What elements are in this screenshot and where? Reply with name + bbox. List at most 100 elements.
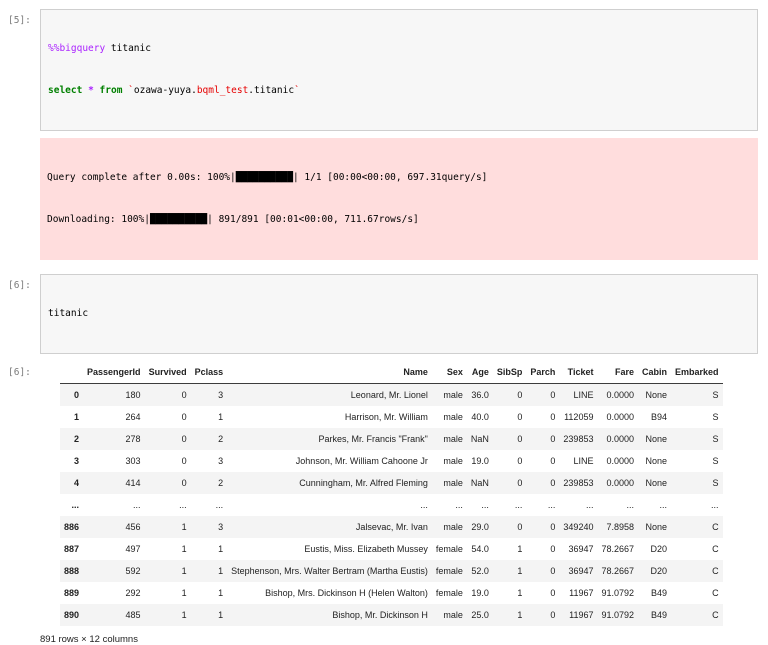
table-cell: B49 [651, 610, 668, 620]
table-cell: 0 [550, 610, 556, 620]
column-header: Sex [431, 361, 467, 384]
table-cell: C [712, 588, 719, 598]
notebook: [5]: %%bigquery titanic select * from `o… [0, 0, 768, 645]
table-row: 4 414 0 2 Cunningham, Mr. Alfred Fleming male… [60, 472, 723, 494]
row-index: 1 [74, 412, 80, 422]
table-row: 887 497 1 1 Eustis, Miss. Elizabeth Mussey fe… [60, 538, 723, 560]
table-cell: 3 [218, 522, 224, 532]
table-cell: 497 [125, 544, 141, 554]
column-header: Pclass [190, 361, 228, 384]
table-cell: 1 [218, 566, 224, 576]
dataframe-output: PassengerId Survived Pclass Name Sex Age SibSp… [40, 361, 758, 645]
table-cell: 1 [517, 610, 523, 620]
table-cell: 91.0792 [601, 588, 635, 598]
table-cell: male [443, 434, 463, 444]
table-cell: Leonard, Mr. Lionel [350, 390, 428, 400]
table-cell: 414 [125, 478, 141, 488]
table-cell: NaN [470, 434, 489, 444]
table-cell: 1 [517, 544, 523, 554]
table-cell: 0 [550, 522, 556, 532]
code-token: .titanic [248, 85, 295, 96]
table-cell: 0.0000 [606, 478, 635, 488]
table-cell: Harrison, Mr. William [344, 412, 428, 422]
table-cell: 3 [218, 390, 224, 400]
column-header: Fare [597, 361, 639, 384]
table-cell: 36947 [568, 544, 594, 554]
table-cell: LINE [573, 456, 594, 466]
row-index: 887 [64, 544, 80, 554]
column-header: Survived [144, 361, 191, 384]
column-header: SibSp [492, 361, 527, 384]
table-cell: 264 [125, 412, 141, 422]
table-cell: 180 [125, 390, 141, 400]
table-cell: 0 [517, 390, 523, 400]
table-cell: ... [547, 500, 556, 510]
code-token: bqml_test [196, 85, 249, 96]
code-line: select * from `ozawa-yuya.bqml_test.tita… [48, 84, 750, 98]
table-cell: 239853 [563, 478, 594, 488]
code-token: titanic [105, 43, 151, 54]
table-cell: S [712, 478, 719, 488]
table-row: 886 456 1 3 Jalsevac, Mr. Ivan male 29.0 0 0 3492… [60, 516, 723, 538]
table-cell: male [443, 412, 463, 422]
table-cell: C [712, 544, 719, 554]
code-token: titanic [48, 308, 89, 319]
table-cell: 0 [550, 588, 556, 598]
table-cell: 0 [181, 478, 187, 488]
table-row: 889 292 1 1 Bishop, Mrs. Dickinson H (Helen … [60, 582, 723, 604]
table-cell: 29.0 [471, 522, 489, 532]
code-token: ozawa-yuya. [133, 85, 197, 96]
table-cell: 7.8958 [606, 522, 635, 532]
row-index: 886 [64, 522, 80, 532]
table-cell: 0 [517, 522, 523, 532]
table-cell: ... [179, 500, 187, 510]
table-cell: S [712, 412, 719, 422]
table-cell: 0 [181, 434, 187, 444]
table-cell: None [645, 522, 668, 532]
table-cell: 0.0000 [606, 456, 635, 466]
table-cell: 40.0 [471, 412, 489, 422]
table-cell: 278 [125, 434, 141, 444]
input-prompt-2: [6]: [8, 280, 31, 291]
table-row: 888 592 1 1 Stephenson, Mrs. Walter Bertram … [60, 560, 723, 582]
row-index: 890 [64, 610, 80, 620]
table-cell: 349240 [563, 522, 594, 532]
table-cell: S [712, 456, 719, 466]
table-row: 890 485 1 1 Bishop, Mr. Dickinson H male 25.0 1… [60, 604, 723, 626]
table-cell: 1 [218, 412, 224, 422]
table-cell: S [712, 434, 719, 444]
code-editor-1[interactable]: %%bigquery titanic select * from `ozawa-… [40, 9, 758, 131]
table-cell: 2 [218, 434, 224, 444]
table-cell: 0 [181, 412, 187, 422]
code-editor-2[interactable]: titanic [40, 274, 758, 354]
code-token: %%bigquery [48, 43, 106, 54]
table-cell: C [712, 522, 719, 532]
table-cell: 0 [517, 434, 523, 444]
code-token: select [48, 85, 83, 96]
table-cell: male [443, 456, 463, 466]
table-cell: 485 [125, 610, 141, 620]
table-cell: ... [659, 500, 668, 510]
table-cell: Bishop, Mr. Dickinson H [332, 610, 428, 620]
table-cell: LINE [573, 390, 594, 400]
table-cell: 25.0 [471, 610, 489, 620]
output-prompt-spacer [8, 138, 40, 143]
table-cell: Parkes, Mr. Francis "Frank" [318, 434, 428, 444]
table-cell: 0 [550, 434, 556, 444]
dataframe-header-row: PassengerId Survived Pclass Name Sex Age SibSp… [60, 361, 723, 384]
column-header: Age [466, 361, 493, 384]
table-cell: Eustis, Miss. Elizabeth Mussey [304, 544, 428, 554]
table-cell: male [443, 390, 463, 400]
table-cell: male [443, 478, 463, 488]
table-cell: C [712, 566, 719, 576]
row-index: 4 [74, 478, 80, 488]
table-cell: Cunningham, Mr. Alfred Fleming [299, 478, 428, 488]
table-cell: None [645, 478, 668, 488]
table-cell: 0 [181, 456, 187, 466]
table-cell: 0 [517, 456, 523, 466]
cell-2-output: [6]: PassengerId Survived Pclass Name Sex Age… [8, 361, 758, 645]
table-cell: ... [711, 500, 719, 510]
table-cell: 0 [550, 390, 556, 400]
table-cell: 0 [550, 544, 556, 554]
row-index: 2 [74, 434, 80, 444]
